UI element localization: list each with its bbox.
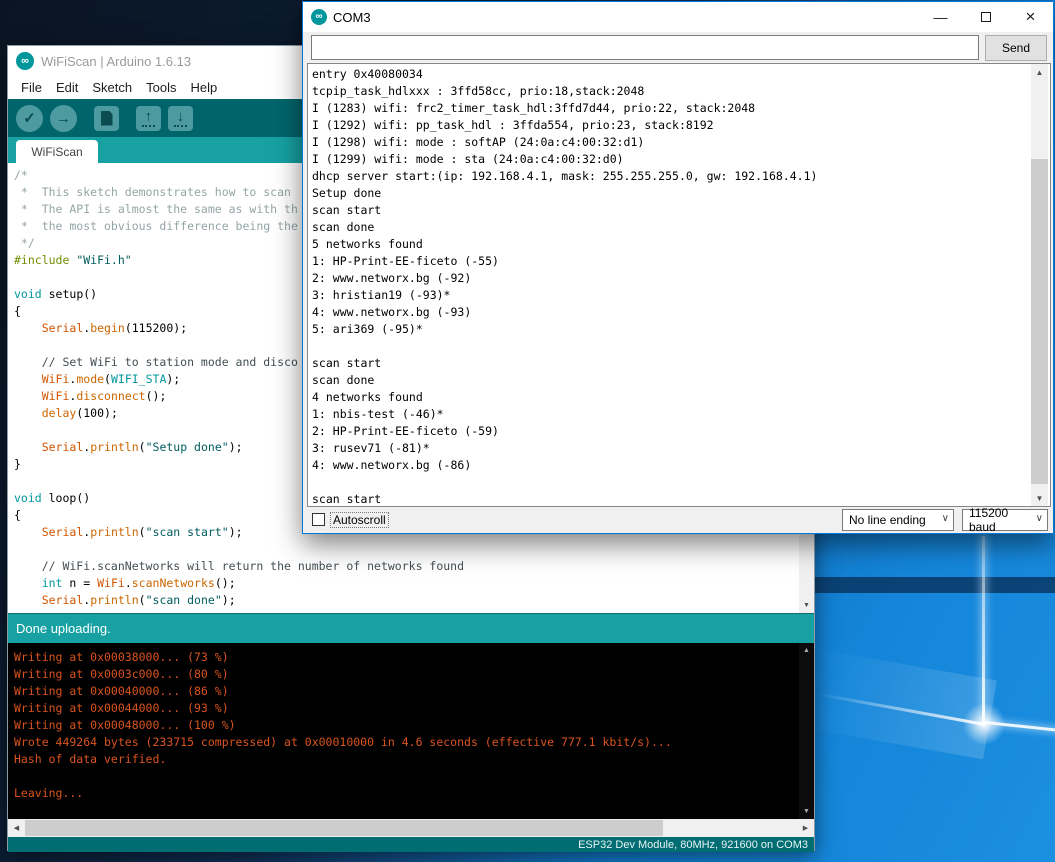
window-controls: — ×	[918, 2, 1053, 32]
serial-monitor-title: COM3	[333, 10, 371, 25]
close-button[interactable]: ×	[1008, 2, 1053, 32]
open-arrow-icon: ↑	[145, 109, 153, 124]
chevron-down-icon: ∨	[942, 513, 949, 524]
line-ending-value: No line ending	[849, 513, 926, 527]
save-arrow-icon: ↓	[177, 109, 185, 124]
arduino-logo-icon: ∞	[311, 9, 327, 25]
new-document-icon	[101, 111, 113, 126]
verify-button[interactable]: ✓	[16, 105, 43, 132]
serial-monitor-bottom-bar: Autoscroll No line ending ∨ 115200 baud …	[303, 507, 1053, 533]
hscroll-left-icon[interactable]: ◀	[8, 819, 25, 837]
menu-file[interactable]: File	[14, 78, 49, 97]
serial-send-input[interactable]	[311, 35, 979, 60]
upload-status-text: Done uploading.	[16, 621, 111, 636]
menu-tools[interactable]: Tools	[139, 78, 183, 97]
upload-status-bar: Done uploading.	[8, 613, 814, 643]
autoscroll-checkbox[interactable]	[312, 513, 325, 526]
serial-scroll-down-icon[interactable]: ▼	[1031, 490, 1048, 506]
console-horizontal-scrollbar[interactable]: ◀ ▶	[8, 819, 814, 837]
build-console[interactable]: Writing at 0x00038000... (73 %)Writing a…	[8, 643, 814, 819]
serial-scroll-up-icon[interactable]: ▲	[1031, 64, 1048, 80]
upload-button[interactable]: →	[50, 105, 77, 132]
baud-rate-value: 115200 baud	[969, 506, 1029, 534]
ide-window-title: WiFiScan | Arduino 1.6.13	[41, 54, 191, 69]
save-tray-icon	[174, 125, 187, 127]
maximize-button[interactable]	[963, 2, 1008, 32]
maximize-icon	[981, 12, 991, 22]
editor-scroll-down-icon[interactable]: ▼	[799, 598, 814, 613]
desktop: ∞ WiFiScan | Arduino 1.6.13 File Edit Sk…	[0, 0, 1055, 862]
open-sketch-button[interactable]: ↑	[136, 106, 161, 131]
menu-sketch[interactable]: Sketch	[85, 78, 139, 97]
arduino-logo-icon: ∞	[16, 52, 34, 70]
hscroll-right-icon[interactable]: ▶	[797, 819, 814, 837]
console-scroll-up-icon[interactable]: ▲	[799, 643, 814, 658]
menu-edit[interactable]: Edit	[49, 78, 85, 97]
serial-vertical-scrollbar[interactable]: ▲ ▼	[1031, 64, 1048, 506]
send-button[interactable]: Send	[985, 35, 1047, 61]
serial-output-area[interactable]: entry 0x40080034tcpip_task_hdlxxx : 3ffd…	[307, 63, 1051, 507]
ide-status-bar: ESP32 Dev Module, 80MHz, 921600 on COM3	[8, 837, 814, 852]
tab-wifiscan[interactable]: WiFiScan	[16, 140, 98, 163]
line-ending-dropdown[interactable]: No line ending ∨	[842, 509, 954, 531]
baud-rate-dropdown[interactable]: 115200 baud ∨	[962, 509, 1048, 531]
chevron-down-icon: ∨	[1036, 513, 1043, 524]
save-sketch-button[interactable]: ↓	[168, 106, 193, 131]
console-vertical-scrollbar[interactable]: ▲ ▼	[799, 643, 814, 819]
minimize-button[interactable]: —	[918, 2, 963, 32]
autoscroll-label[interactable]: Autoscroll	[330, 512, 389, 528]
hscroll-thumb[interactable]	[25, 820, 663, 836]
new-sketch-button[interactable]	[94, 106, 119, 131]
menu-help[interactable]: Help	[183, 78, 224, 97]
serial-monitor-window: ∞ COM3 — × Send entry 0x40080034tcpip_ta…	[302, 1, 1054, 534]
console-scroll-down-icon[interactable]: ▼	[799, 804, 814, 819]
wallpaper-vertical-light-line	[982, 536, 985, 726]
serial-scroll-thumb[interactable]	[1031, 159, 1048, 484]
open-tray-icon	[142, 125, 155, 127]
wallpaper-corner-glow	[959, 699, 1009, 749]
board-status-text: ESP32 Dev Module, 80MHz, 921600 on COM3	[578, 839, 808, 851]
